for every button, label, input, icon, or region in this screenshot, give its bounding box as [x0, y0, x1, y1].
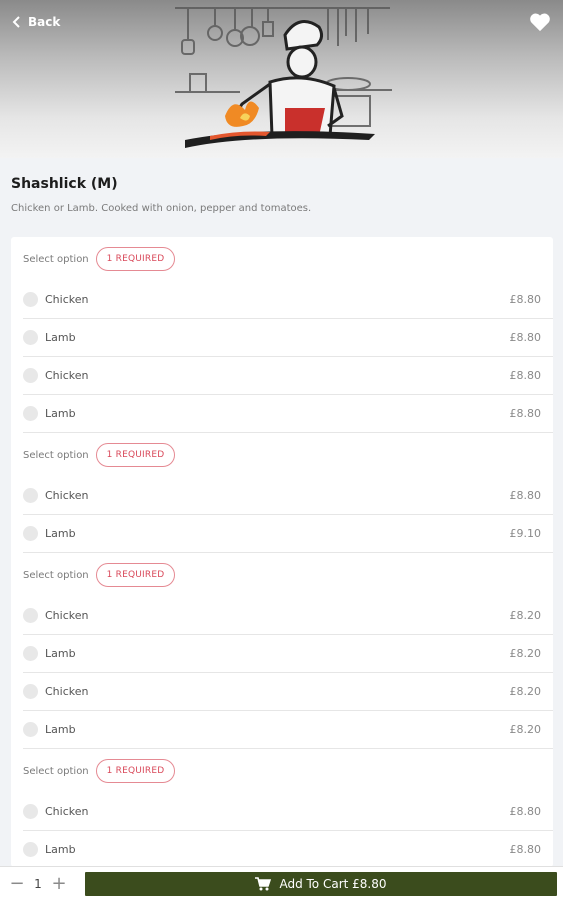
header-banner: Back: [0, 0, 563, 158]
option-name: Chicken: [45, 685, 89, 698]
select-option-label: Select option: [23, 449, 89, 461]
select-option-label: Select option: [23, 569, 89, 581]
option-price: £9.10: [509, 527, 542, 540]
option-name: Lamb: [45, 647, 76, 660]
option-name: Lamb: [45, 331, 76, 344]
option-group-header: Select option 1 REQUIRED: [11, 749, 553, 793]
required-badge: 1 REQUIRED: [95, 563, 176, 587]
increment-button[interactable]: +: [50, 875, 68, 893]
option-row[interactable]: Chicken £8.80: [23, 477, 553, 515]
bottom-bar: − 1 + Add To Cart £8.80: [0, 866, 563, 900]
option-price: £8.20: [509, 609, 542, 622]
option-group-header: Select option 1 REQUIRED: [11, 553, 553, 597]
option-name: Lamb: [45, 407, 76, 420]
option-group-header: Select option 1 REQUIRED: [11, 433, 553, 477]
option-price: £8.80: [509, 843, 542, 856]
option-name: Lamb: [45, 843, 76, 856]
radio-button[interactable]: [23, 368, 38, 383]
radio-button[interactable]: [23, 646, 38, 661]
option-price: £8.80: [509, 489, 542, 502]
select-option-label: Select option: [23, 253, 89, 265]
option-name: Lamb: [45, 527, 76, 540]
option-price: £8.80: [509, 293, 542, 306]
option-price: £8.20: [509, 685, 542, 698]
back-button[interactable]: Back: [12, 12, 60, 32]
option-row[interactable]: Lamb £8.80: [23, 319, 553, 357]
radio-button[interactable]: [23, 330, 38, 345]
option-row[interactable]: Lamb £8.80: [23, 831, 553, 867]
radio-button[interactable]: [23, 842, 38, 857]
back-label: Back: [28, 15, 61, 29]
option-name: Chicken: [45, 609, 89, 622]
option-row[interactable]: Lamb £8.20: [23, 635, 553, 673]
radio-button[interactable]: [23, 292, 38, 307]
radio-button[interactable]: [23, 804, 38, 819]
chef-illustration: [175, 7, 392, 148]
required-badge: 1 REQUIRED: [95, 759, 176, 783]
add-to-cart-button[interactable]: Add To Cart £8.80: [85, 872, 557, 896]
option-row[interactable]: Lamb £8.20: [23, 711, 553, 749]
item-title: Shashlick (M): [11, 176, 118, 192]
heart-icon[interactable]: [529, 12, 551, 32]
option-group-header: Select option 1 REQUIRED: [11, 237, 553, 281]
option-row[interactable]: Chicken £8.20: [23, 673, 553, 711]
decrement-button[interactable]: −: [8, 875, 26, 893]
option-name: Chicken: [45, 293, 89, 306]
option-row[interactable]: Chicken £8.80: [23, 357, 553, 395]
radio-button[interactable]: [23, 608, 38, 623]
radio-button[interactable]: [23, 722, 38, 737]
option-price: £8.80: [509, 369, 542, 382]
quantity-value: 1: [34, 877, 42, 891]
option-price: £8.80: [509, 805, 542, 818]
options-card: Select option 1 REQUIRED Chicken £8.80 L…: [11, 237, 553, 867]
radio-button[interactable]: [23, 488, 38, 503]
option-row[interactable]: Chicken £8.80: [23, 281, 553, 319]
radio-button[interactable]: [23, 406, 38, 421]
option-price: £8.20: [509, 647, 542, 660]
chevron-left-icon: [12, 16, 20, 28]
option-row[interactable]: Chicken £8.20: [23, 597, 553, 635]
required-badge: 1 REQUIRED: [95, 443, 176, 467]
quantity-stepper: − 1 +: [8, 872, 68, 896]
option-row[interactable]: Lamb £9.10: [23, 515, 553, 553]
select-option-label: Select option: [23, 765, 89, 777]
option-row[interactable]: Chicken £8.80: [23, 793, 553, 831]
option-price: £8.20: [509, 723, 542, 736]
option-price: £8.80: [509, 331, 542, 344]
add-to-cart-label: Add To Cart £8.80: [279, 877, 387, 891]
option-price: £8.80: [509, 407, 542, 420]
required-badge: 1 REQUIRED: [95, 247, 176, 271]
option-name: Chicken: [45, 805, 89, 818]
option-name: Chicken: [45, 369, 89, 382]
radio-button[interactable]: [23, 684, 38, 699]
option-name: Chicken: [45, 489, 89, 502]
radio-button[interactable]: [23, 526, 38, 541]
option-name: Lamb: [45, 723, 76, 736]
option-row[interactable]: Lamb £8.80: [23, 395, 553, 433]
shopping-cart-icon: [255, 877, 272, 891]
item-description: Chicken or Lamb. Cooked with onion, pepp…: [11, 203, 312, 214]
